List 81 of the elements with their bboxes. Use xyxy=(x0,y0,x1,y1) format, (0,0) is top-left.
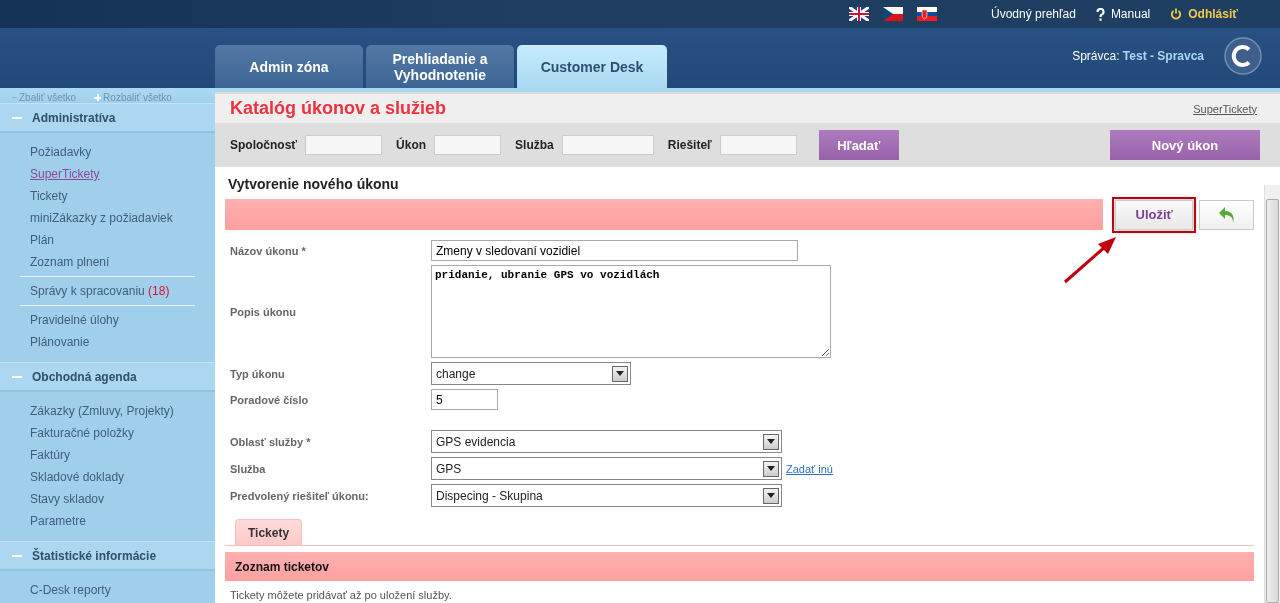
filter-field[interactable] xyxy=(719,135,797,155)
section-header[interactable]: Štatistické informácie xyxy=(0,541,215,571)
nav-tab[interactable]: Prehliadanie a Vyhodnotenie xyxy=(366,45,514,88)
top-link[interactable]: Úvodný prehľad xyxy=(991,7,1076,21)
filter-label: Spoločnosť xyxy=(230,138,298,152)
sidebar-item[interactable]: Zoznam plnení xyxy=(30,251,195,273)
sidebar-item[interactable]: Plánovanie xyxy=(30,331,195,353)
list-header: Zoznam ticketov xyxy=(225,552,1254,581)
top-link[interactable]: Odhlásiť xyxy=(1170,7,1238,21)
other-link[interactable]: Zadať inú xyxy=(786,462,833,475)
number-field[interactable]: 5 xyxy=(431,389,498,410)
field-label: Služba xyxy=(229,462,267,475)
select-field[interactable]: GPS evidencia xyxy=(431,430,782,453)
select-field[interactable]: Dispecing - Skupina xyxy=(431,484,782,507)
breadcrumb-link[interactable]: SuperTickety xyxy=(1193,102,1257,115)
field-label: Názov úkonu * xyxy=(229,244,307,257)
collapse-icon xyxy=(12,554,22,557)
czech-flag-icon[interactable] xyxy=(883,7,903,21)
dropdown-button[interactable] xyxy=(763,487,779,504)
nav-tab[interactable]: Admin zóna xyxy=(215,45,363,88)
info-text: Tickety môžete pridávať až po uložení služby. xyxy=(230,589,453,601)
sidebar-item[interactable]: Parametre xyxy=(30,510,195,532)
text-field[interactable]: Zmeny v sledovaní vozidiel xyxy=(431,240,798,261)
help-icon xyxy=(1095,7,1105,21)
power-icon xyxy=(1170,8,1183,20)
sidebar-item[interactable]: Skladové doklady xyxy=(30,466,195,488)
field-label: Poradové číslo xyxy=(229,393,310,406)
sidebar-item[interactable]: miniZákazky z požiadaviek xyxy=(30,207,195,229)
user-label: Správca: Test - Spravca xyxy=(1072,49,1204,63)
sidebar-item[interactable]: Zákazky (Zmluvy, Projekty) xyxy=(30,400,195,422)
section-title: Administratíva xyxy=(32,110,116,125)
sidebar-item[interactable]: Fakturačné položky xyxy=(30,422,195,444)
collapse-icon xyxy=(12,375,22,378)
field-label: Typ úkonu xyxy=(229,367,286,380)
section-title: Štatistické informácie xyxy=(32,548,157,563)
nav-tab[interactable]: Customer Desk xyxy=(517,45,667,88)
sidebar-item[interactable]: Stavy skladov xyxy=(30,488,195,510)
caret-icon xyxy=(616,371,624,376)
slovak-flag-icon[interactable] xyxy=(917,7,937,21)
filter-field[interactable] xyxy=(434,135,502,155)
scrollbar[interactable] xyxy=(1264,185,1280,603)
filter-field[interactable] xyxy=(305,135,383,155)
section-header[interactable]: Obchodná agenda xyxy=(0,362,215,392)
form-title: Vytvorenie nového úkonu xyxy=(228,176,400,192)
sidebar-item[interactable]: Správy k spracovaniu (18) xyxy=(30,280,195,302)
filter-label: Služba xyxy=(515,138,554,152)
uk-flag-icon[interactable] xyxy=(849,7,869,21)
logo-icon xyxy=(1224,37,1262,75)
select-field[interactable]: change xyxy=(431,362,631,385)
save-button[interactable]: Uložiť xyxy=(1115,199,1194,230)
sidebar-item[interactable]: C-Desk reporty xyxy=(30,579,195,601)
new-button[interactable]: Nový úkon xyxy=(1110,130,1260,160)
select-field[interactable]: GPS xyxy=(431,457,782,480)
section-header[interactable]: Administratíva xyxy=(0,103,215,133)
sidebar-item[interactable]: Plán xyxy=(30,229,195,251)
sidebar-item[interactable]: Tickety xyxy=(30,185,195,207)
caret-icon xyxy=(767,466,775,471)
dropdown-button[interactable] xyxy=(763,460,779,477)
section-title: Obchodná agenda xyxy=(32,369,137,384)
sidebar-item[interactable]: Pravidelné úlohy xyxy=(30,309,195,331)
dropdown-button[interactable] xyxy=(612,365,628,382)
description-field[interactable]: pridanie, ubranie GPS vo vozidlách xyxy=(431,265,831,358)
sidebar-item[interactable]: Požiadavky xyxy=(30,141,195,163)
sidebar-item[interactable]: Faktúry xyxy=(30,444,195,466)
caret-icon xyxy=(767,493,775,498)
top-link[interactable]: Manual xyxy=(1095,7,1151,21)
field-label: Predvolený riešiteľ úkonu: xyxy=(229,489,370,502)
collapse-icon xyxy=(12,116,22,119)
tickets-tab[interactable]: Tickety xyxy=(235,519,303,545)
caret-icon xyxy=(767,439,775,444)
filter-field[interactable] xyxy=(561,135,654,155)
sidebar-item[interactable]: SuperTickety xyxy=(30,163,195,185)
dropdown-button[interactable] xyxy=(763,433,779,450)
search-button[interactable]: Hľadať xyxy=(818,130,899,160)
filter-label: Úkon xyxy=(396,138,427,152)
page-title: Katalóg úkonov a služieb xyxy=(230,98,447,119)
back-button[interactable] xyxy=(1199,199,1254,230)
field-label: Popis úkonu xyxy=(229,305,297,318)
plus-icon xyxy=(94,94,102,101)
filter-label: Riešiteľ xyxy=(667,138,712,152)
field-label: Oblasť služby * xyxy=(229,435,312,448)
